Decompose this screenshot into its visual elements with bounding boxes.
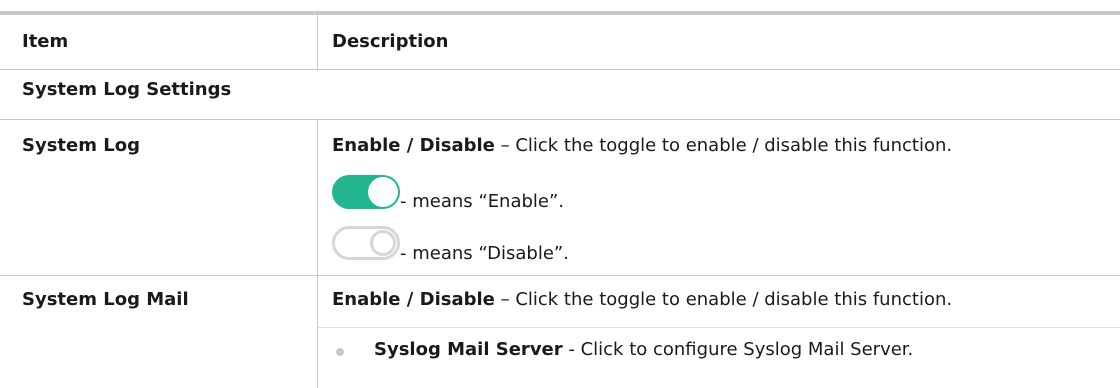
inner-rule [318,327,1120,328]
desc-text: – Click the toggle to enable / disable t… [494,289,953,310]
desc-bold: Enable / Disable [332,289,495,310]
header-divider [317,15,318,69]
desc-bold: Enable / Disable [332,135,495,156]
row-divider [317,275,318,388]
table-row: System Log Enable / Disable – Click the … [0,119,1120,275]
toggle-off-icon [332,226,400,260]
toggle-knob [368,177,398,207]
section-row: System Log Settings [0,69,1120,119]
toggle-knob [370,230,396,256]
row-description: Enable / Disable – Click the toggle to e… [332,289,952,310]
row-item-system-log-mail: System Log Mail [22,289,189,310]
row-description: Enable / Disable – Click the toggle to e… [332,135,952,156]
toggle-on-icon [332,175,400,209]
toggle-off-caption: - means “Disable”. [400,243,569,264]
bullet-icon [336,348,344,356]
header-item: Item [22,31,69,52]
header-description: Description [332,31,449,52]
description-table: Item Description System Log Settings Sys… [0,0,1120,388]
bullet-item: Syslog Mail Server - Click to configure … [374,339,913,360]
bullet-text: - Click to configure Syslog Mail Server. [562,339,914,360]
section-title: System Log Settings [22,79,232,100]
desc-text: – Click the toggle to enable / disable t… [494,135,953,156]
bullet-bold: Syslog Mail Server [374,339,563,360]
toggle-on-caption: - means “Enable”. [400,191,565,212]
table-header-row: Item Description [0,15,1120,69]
row-item-system-log: System Log [22,135,140,156]
row-divider [317,119,318,275]
table-row: System Log Mail Enable / Disable – Click… [0,275,1120,388]
